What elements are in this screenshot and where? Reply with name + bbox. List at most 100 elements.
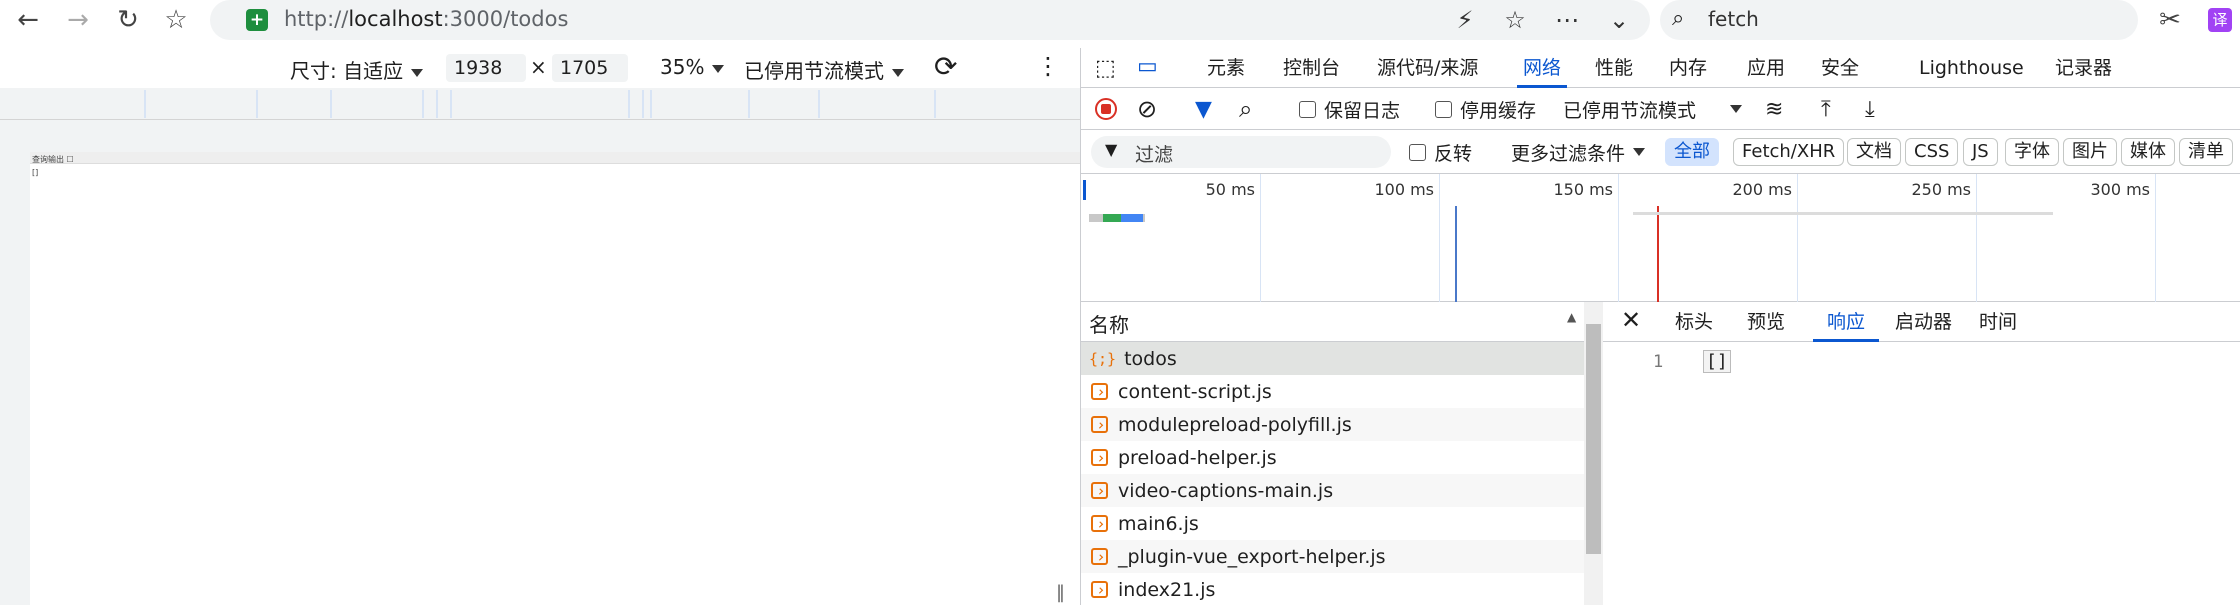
tab-initiator[interactable]: 启动器 [1895, 302, 1952, 342]
rendered-page[interactable]: 查询输出 ☐ [] [30, 152, 1080, 605]
page-output: [] [32, 168, 39, 177]
chevron-down-icon[interactable]: ⌄ [1596, 0, 1642, 40]
browser-toolbar: ← → ↻ ☆ + http://localhost:3000/todos ⚡ … [0, 0, 2240, 40]
import-har-icon[interactable]: ⤒ [1821, 88, 1831, 130]
device-size-select[interactable]: 尺寸: 自适应 [290, 55, 424, 84]
inspect-element-icon[interactable]: ⬚ [1095, 56, 1116, 81]
forward-icon[interactable]: → [58, 0, 98, 40]
tab-response[interactable]: 响应 [1813, 302, 1880, 342]
type-filter-img[interactable]: 图片 [2063, 138, 2117, 166]
type-filter-css[interactable]: CSS [1905, 138, 1959, 166]
zoom-select[interactable]: 35% [660, 55, 725, 79]
tab-security[interactable]: 安全 [1821, 48, 1859, 88]
requests-table: 名称 ▲ {;} todos content-script.js modulepr… [1081, 302, 1603, 605]
network-timeline-overview[interactable]: 50 ms 100 ms 150 ms 200 ms 250 ms 300 ms [1081, 174, 2240, 302]
url-text[interactable]: http://localhost:3000/todos [284, 7, 568, 31]
tab-memory[interactable]: 内存 [1669, 48, 1707, 88]
site-security-icon[interactable]: + [246, 9, 268, 31]
scissors-icon[interactable]: ✂ [2150, 0, 2190, 40]
translate-extension-icon[interactable]: 译 [2208, 8, 2232, 32]
tab-headers[interactable]: 标头 [1675, 302, 1713, 342]
find-bar[interactable]: ⌕ fetch [1660, 0, 2138, 40]
timeline-label: 250 ms [1911, 180, 1971, 199]
address-bar[interactable]: + http://localhost:3000/todos ⚡ ☆ ⋯ ⌄ [210, 0, 1650, 40]
lightning-icon[interactable]: ⚡ [1442, 0, 1488, 40]
request-row-todos[interactable]: {;} todos [1081, 342, 1586, 375]
tab-network[interactable]: 网络 [1517, 48, 1568, 88]
clear-icon[interactable]: ⊘ [1137, 88, 1157, 130]
viewport-width-input[interactable]: 1938 [446, 54, 526, 82]
type-filter-all[interactable]: 全部 [1665, 138, 1719, 166]
request-name: content-script.js [1118, 380, 1272, 403]
more-filters-select[interactable]: 更多过滤条件 [1511, 130, 1646, 174]
filter-input[interactable]: ▼ 过滤 [1091, 136, 1391, 168]
network-throttle-select[interactable]: 已停用节流模式 [1563, 88, 1743, 130]
scrollbar-thumb[interactable] [1586, 324, 1601, 554]
more-icon[interactable]: ⋯ [1544, 0, 1590, 40]
type-filter-media[interactable]: 媒体 [2121, 138, 2175, 166]
table-row[interactable]: index21.js [1081, 573, 1586, 605]
timeline-bar [1121, 214, 1143, 222]
table-row[interactable]: content-script.js [1081, 375, 1586, 408]
page-title: 查询输出 ☐ [32, 155, 74, 164]
json-file-icon: {;} [1089, 349, 1117, 368]
script-file-icon [1091, 416, 1108, 433]
table-row[interactable]: main6.js [1081, 507, 1586, 540]
table-row[interactable]: preload-helper.js [1081, 441, 1586, 474]
disable-cache-checkbox[interactable]: 停用缓存 [1435, 88, 1536, 130]
invert-checkbox[interactable]: 反转 [1409, 130, 1472, 174]
device-toggle-icon[interactable]: ▭ [1137, 54, 1158, 79]
resize-handle-icon[interactable]: ‖ [1056, 582, 1065, 603]
network-conditions-icon[interactable]: ≋ [1765, 88, 1783, 130]
rotate-icon[interactable]: ⟳ [934, 50, 957, 83]
export-har-icon[interactable]: ⤓ [1865, 88, 1875, 130]
dimension-separator: × [530, 55, 547, 79]
timeline-label: 200 ms [1732, 180, 1792, 199]
tab-console[interactable]: 控制台 [1283, 48, 1340, 88]
request-name: _plugin-vue_export-helper.js [1118, 545, 1386, 568]
filter-icon[interactable]: ▼ [1195, 88, 1212, 130]
tab-elements[interactable]: 元素 [1207, 48, 1245, 88]
back-icon[interactable]: ← [8, 0, 48, 40]
response-body[interactable]: 1 [] [1603, 342, 2240, 605]
type-filter-manifest[interactable]: 清单 [2179, 138, 2233, 166]
record-stop-icon[interactable] [1095, 88, 1117, 130]
tab-application[interactable]: 应用 [1747, 48, 1785, 88]
request-name: preload-helper.js [1118, 446, 1277, 469]
name-column-header[interactable]: 名称 [1089, 309, 1129, 338]
table-row[interactable]: _plugin-vue_export-helper.js [1081, 540, 1586, 573]
bookmarks-icon[interactable]: ☆ [156, 0, 196, 40]
request-name: modulepreload-polyfill.js [1118, 413, 1352, 436]
requests-scrollbar[interactable] [1584, 302, 1603, 605]
table-row[interactable]: modulepreload-polyfill.js [1081, 408, 1586, 441]
type-filter-fetch-xhr[interactable]: Fetch/XHR [1733, 138, 1845, 166]
preserve-log-checkbox[interactable]: 保留日志 [1299, 88, 1400, 130]
script-file-icon [1091, 548, 1108, 565]
response-content[interactable]: [] [1703, 350, 1731, 373]
find-input[interactable]: fetch [1708, 7, 1759, 31]
tab-performance[interactable]: 性能 [1595, 48, 1633, 88]
table-row[interactable]: video-captions-main.js [1081, 474, 1586, 507]
star-icon[interactable]: ☆ [1492, 0, 1538, 40]
tab-timing[interactable]: 时间 [1979, 302, 2017, 342]
type-filter-doc[interactable]: 文档 [1847, 138, 1901, 166]
tab-sources[interactable]: 源代码/来源 [1377, 48, 1478, 88]
tab-preview[interactable]: 预览 [1747, 302, 1785, 342]
sort-arrow-icon[interactable]: ▲ [1567, 310, 1576, 324]
device-throttle-select[interactable]: 已停用节流模式 [744, 55, 904, 84]
tab-lighthouse[interactable]: Lighthouse [1919, 48, 2024, 88]
type-filter-font[interactable]: 字体 [2005, 138, 2059, 166]
page-header-bar [30, 152, 1080, 164]
timeline-bar [1103, 214, 1121, 222]
tab-recorder[interactable]: 记录器 [2055, 48, 2112, 88]
more-options-icon[interactable]: ⋮ [1036, 52, 1060, 80]
viewport-height-input[interactable]: 1705 [552, 54, 628, 82]
type-filter-js[interactable]: JS [1963, 138, 1998, 166]
script-file-icon [1091, 449, 1108, 466]
filter-bar: ▼ 过滤 反转 更多过滤条件 全部 Fetch/XHR 文档 CSS JS 字体… [1081, 130, 2240, 174]
reload-icon[interactable]: ↻ [108, 0, 148, 40]
timeline-start-marker [1083, 180, 1086, 200]
search-icon[interactable]: ⌕ [1239, 88, 1252, 130]
close-icon[interactable]: ✕ [1621, 306, 1641, 334]
request-name: video-captions-main.js [1118, 479, 1334, 502]
